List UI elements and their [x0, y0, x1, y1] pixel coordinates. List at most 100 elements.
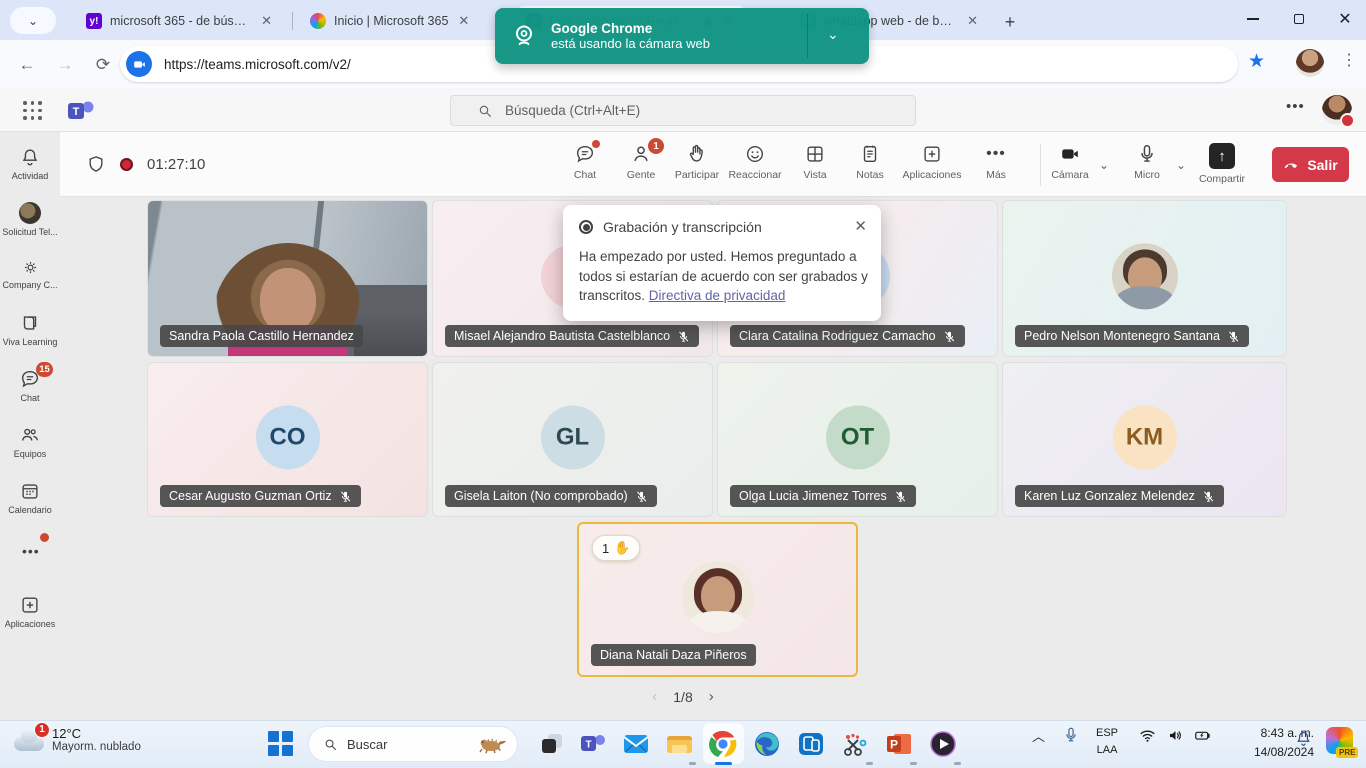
taskbar-powerpoint-icon[interactable]: P [884, 729, 914, 759]
new-tab-button[interactable]: + [998, 10, 1022, 34]
chat-badge: 15 [36, 362, 53, 377]
sidebar-item-equipos[interactable]: Equipos [0, 424, 60, 459]
notes-icon [859, 143, 881, 165]
participant-tile-diana[interactable]: 1 ✋ Diana Natali Daza Piñeros [577, 522, 858, 677]
camera-options-chevron-icon[interactable]: ⌄ [1099, 158, 1109, 172]
more-button[interactable]: ••• Más [968, 143, 1024, 181]
tab-close-icon[interactable]: ✕ [259, 13, 274, 29]
taskbar-chrome-icon[interactable] [708, 729, 738, 759]
language-indicator[interactable]: ESP LAA [1096, 725, 1118, 759]
taskbar-search-placeholder: Buscar [347, 737, 387, 752]
tab-search-button[interactable]: ⌄ [10, 7, 56, 34]
taskbar-media-player-icon[interactable] [928, 729, 958, 759]
participant-name-tag: Pedro Nelson Montenegro Santana [1015, 325, 1249, 347]
search-icon [477, 103, 493, 119]
dialog-body: Ha empezado por usted. Hemos preguntado … [579, 247, 869, 306]
tray-expand-chevron-icon[interactable]: ︿ [1032, 726, 1045, 745]
taskbar-weather-widget[interactable]: 1 12°C Mayorm. nublado [14, 726, 141, 753]
rail-more-icon[interactable]: ••• [22, 543, 40, 559]
browser-profile-avatar[interactable] [1296, 49, 1324, 77]
participant-tile-sandra[interactable]: Sandra Paola Castillo Hernandez [147, 200, 428, 357]
taskbar-phone-link-icon[interactable] [796, 729, 826, 759]
speaker-icon[interactable] [1166, 726, 1185, 745]
back-button[interactable]: ← [14, 52, 40, 78]
dialog-close-icon[interactable]: ✕ [854, 217, 867, 235]
chrome-camera-notification[interactable]: Google Chrome está usando la cámara web … [495, 8, 869, 64]
notes-button[interactable]: Notas [842, 143, 898, 181]
browser-tab-1[interactable]: y! microsoft 365 - de búsqueda ✕ [76, 6, 284, 36]
camera-in-use-indicator-icon[interactable] [126, 51, 152, 77]
teams-search-bar[interactable]: Búsqueda (Ctrl+Alt+E) [450, 95, 916, 126]
taskbar-edge-icon[interactable] [752, 729, 782, 759]
sidebar-item-solicitud[interactable]: Solicitud Tel... [0, 202, 60, 237]
tray-microphone-icon[interactable] [1062, 726, 1080, 744]
start-button[interactable] [268, 731, 293, 756]
hang-up-icon [1283, 156, 1300, 173]
tab-close-icon[interactable]: ✕ [456, 13, 471, 29]
battery-icon[interactable] [1192, 726, 1213, 745]
window-restore-button[interactable] [1276, 0, 1322, 38]
raise-hand-button[interactable]: Participar [669, 143, 725, 181]
notification-expand-chevron-icon[interactable]: ⌄ [827, 26, 839, 43]
taskbar-mail-icon[interactable] [621, 729, 651, 759]
participant-name-tag: Diana Natali Daza Piñeros [591, 644, 756, 666]
pager-next-chevron-icon[interactable]: › [709, 688, 714, 705]
mic-muted-icon [1227, 330, 1240, 343]
people-button[interactable]: 1 Gente [613, 143, 669, 181]
taskbar-snipping-tool-icon[interactable] [840, 729, 870, 759]
participant-tile-karen[interactable]: KM Karen Luz Gonzalez Melendez [1002, 362, 1287, 517]
pager-prev-chevron-icon[interactable]: ‹ [652, 688, 657, 705]
active-running-indicator [715, 762, 732, 765]
privacy-policy-link[interactable]: Directiva de privacidad [649, 288, 786, 303]
view-button[interactable]: Vista [787, 143, 843, 181]
teams-header-more-icon[interactable]: ••• [1286, 98, 1305, 115]
apps-button[interactable]: Aplicaciones [904, 143, 960, 181]
notification-bell-icon[interactable] [1294, 729, 1313, 748]
sidebar-item-company[interactable]: Company C... [0, 258, 60, 290]
tab-close-icon[interactable]: ✕ [965, 13, 980, 29]
window-close-button[interactable]: ✕ [1322, 0, 1366, 38]
sidebar-item-calendario[interactable]: Calendario [0, 480, 60, 515]
react-label: Reaccionar [728, 169, 781, 181]
meeting-status: 01:27:10 [86, 154, 205, 174]
notification-message: está usando la cámara web [551, 36, 710, 51]
participant-name-tag: Clara Catalina Rodriguez Camacho [730, 325, 965, 347]
participant-tile-gisela[interactable]: GL Gisela Laiton (No comprobado) [432, 362, 713, 517]
react-button[interactable]: Reaccionar [727, 143, 783, 181]
refresh-button[interactable]: ⟳ [90, 52, 116, 78]
window-minimize-button[interactable] [1230, 0, 1276, 38]
taskbar-file-explorer-icon[interactable] [664, 729, 694, 759]
sidebar-item-actividad[interactable]: Actividad [0, 146, 60, 181]
participant-name-tag: Misael Alejandro Bautista Castelblanco [445, 325, 699, 347]
browser-menu-kebab-icon[interactable]: ⋮ [1341, 50, 1357, 70]
share-button[interactable]: ↑ Compartir [1194, 143, 1250, 185]
wifi-icon[interactable] [1138, 726, 1157, 745]
solicitud-app-icon [19, 202, 41, 224]
mic-button[interactable]: Micro [1119, 143, 1175, 181]
rail-notification-dot [40, 533, 49, 542]
leave-button[interactable]: Salir [1272, 147, 1349, 182]
chevron-down-icon: ⌄ [28, 14, 38, 28]
sidebar-item-chat[interactable]: 15 Chat [0, 368, 60, 403]
tab-title: microsoft 365 - de búsqueda [110, 14, 251, 28]
app-launcher-waffle-icon[interactable] [23, 101, 43, 121]
task-view-icon[interactable] [537, 729, 567, 759]
bookmark-star-icon[interactable]: ★ [1248, 50, 1265, 73]
forward-button[interactable]: → [52, 52, 78, 78]
taskbar-teams-icon[interactable]: T [578, 729, 608, 759]
camera-button[interactable]: Cámara [1042, 143, 1098, 181]
mic-options-chevron-icon[interactable]: ⌄ [1176, 158, 1186, 172]
participant-tile-pedro[interactable]: Pedro Nelson Montenegro Santana [1002, 200, 1287, 357]
teams-profile-avatar[interactable] [1322, 95, 1352, 125]
calendar-icon [19, 480, 41, 502]
taskbar-search-box[interactable]: Buscar [308, 726, 518, 762]
chat-button[interactable]: Chat [557, 143, 613, 181]
browser-tab-2[interactable]: Inicio | Microsoft 365 ✕ [300, 6, 506, 36]
participant-tile-olga[interactable]: OT Olga Lucia Jimenez Torres [717, 362, 998, 517]
sidebar-item-aplicaciones[interactable]: Aplicaciones [0, 594, 60, 629]
sidebar-item-viva-learning[interactable]: Viva Learning [0, 312, 60, 347]
participant-tile-cesar[interactable]: CO Cesar Augusto Guzman Ortiz [147, 362, 428, 517]
view-label: Vista [803, 169, 826, 181]
mic-muted-icon [1202, 490, 1215, 503]
more-label: Más [986, 169, 1006, 181]
